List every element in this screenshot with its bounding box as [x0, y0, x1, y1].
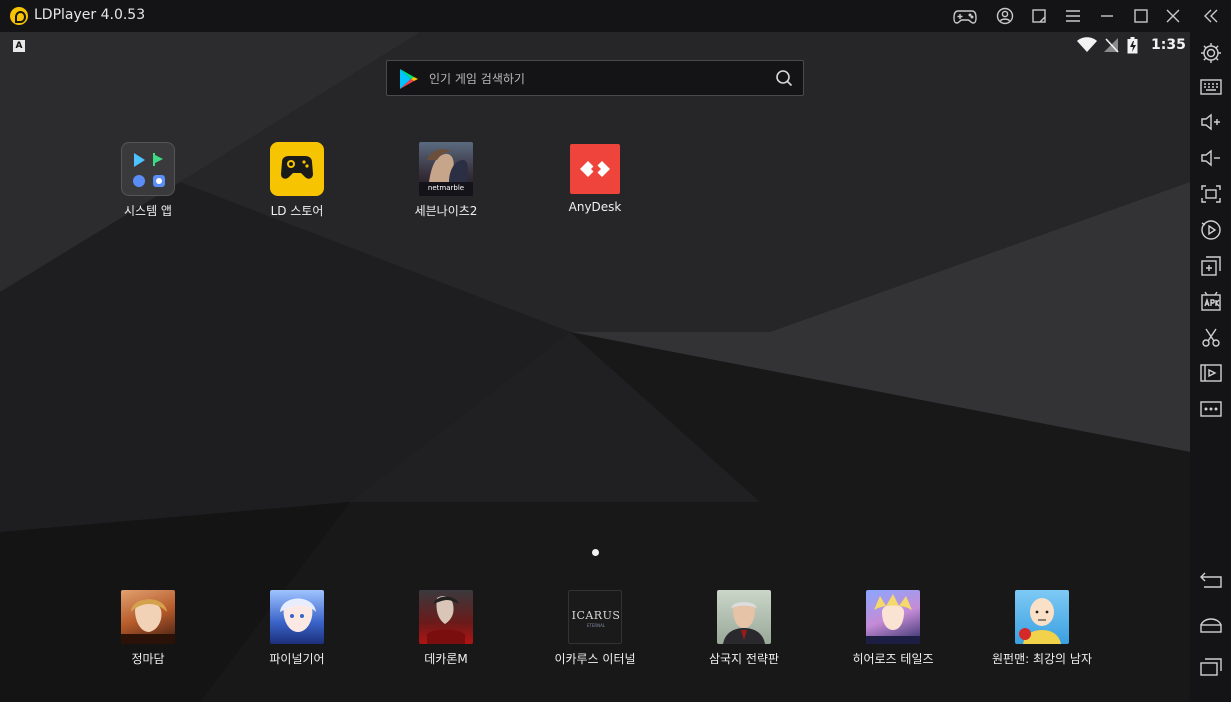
- emulator-screen[interactable]: A 1:35 인기 게임 검색하기 시스템 앱 LD 스토어 netmarble…: [0, 32, 1190, 702]
- app-label: AnyDesk: [568, 200, 622, 214]
- page-indicator: [592, 549, 599, 556]
- ldplayer-logo-icon: [10, 7, 28, 25]
- jeong-madam-icon: [121, 590, 175, 644]
- app-label: 정마담: [131, 652, 165, 666]
- video-icon[interactable]: [1200, 362, 1222, 384]
- search-placeholder: 인기 게임 검색하기: [429, 72, 525, 86]
- back-icon[interactable]: [1200, 569, 1222, 591]
- icarus-wordmark: ICARUS: [572, 609, 621, 622]
- one-punch-man-icon: [1015, 590, 1069, 644]
- search-icon[interactable]: [775, 69, 793, 87]
- system-apps-folder-icon: [121, 142, 175, 196]
- maximize-icon[interactable]: [1128, 4, 1154, 28]
- window-title: LDPlayer 4.0.53: [34, 7, 146, 23]
- app-label: 삼국지 전략판: [708, 652, 780, 666]
- volume-up-icon[interactable]: [1200, 111, 1222, 133]
- toolbar-sidebar: [1190, 32, 1231, 702]
- dock-app-final-gear[interactable]: 파이널기어: [237, 590, 357, 667]
- scissors-icon[interactable]: [1200, 327, 1222, 349]
- menu-icon[interactable]: [1060, 4, 1086, 28]
- keyboard-icon[interactable]: [1200, 76, 1222, 98]
- icarus-subtitle: ETERNAL: [587, 623, 606, 628]
- seven-knights-2-icon: netmarble: [419, 142, 473, 196]
- multi-instance-icon[interactable]: [1200, 255, 1222, 277]
- volume-down-icon[interactable]: [1200, 147, 1222, 169]
- dock-app-dekaron-m[interactable]: 데카론M: [386, 590, 506, 667]
- final-gear-icon: [270, 590, 324, 644]
- status-bar: A 1:35: [0, 32, 1190, 60]
- minimize-icon[interactable]: [1094, 4, 1120, 28]
- title-bar: LDPlayer 4.0.53: [0, 0, 1231, 32]
- ld-store-icon: [270, 142, 324, 196]
- app-label: 시스템 앱: [124, 204, 172, 218]
- app-system-apps[interactable]: 시스템 앱: [88, 142, 208, 219]
- app-label: 이카루스 이터널: [554, 652, 636, 666]
- account-icon[interactable]: [992, 4, 1018, 28]
- dock-app-icarus-eternal[interactable]: ICARUS ETERNAL 이카루스 이터널: [535, 590, 655, 667]
- app-label: 세븐나이츠2: [414, 204, 478, 218]
- collapse-sidebar-icon[interactable]: [1198, 4, 1224, 28]
- app-ld-store[interactable]: LD 스토어: [237, 142, 357, 219]
- wifi-icon: [1077, 37, 1097, 52]
- anydesk-icon: [570, 144, 620, 194]
- three-kingdoms-strategy-icon: [717, 590, 771, 644]
- recents-icon[interactable]: [1200, 656, 1222, 678]
- dock-app-one-punch-man[interactable]: 원펀맨: 최강의 남자: [982, 590, 1102, 667]
- expand-icon[interactable]: [1026, 4, 1052, 28]
- app-seven-knights-2[interactable]: netmarble 세븐나이츠2: [386, 142, 506, 219]
- clock: 1:35: [1151, 37, 1186, 53]
- icarus-eternal-icon: ICARUS ETERNAL: [568, 590, 622, 644]
- dock-app-three-kingdoms-strategy[interactable]: 삼국지 전략판: [684, 590, 804, 667]
- app-label: LD 스토어: [270, 204, 324, 218]
- app-label: 파이널기어: [269, 652, 325, 666]
- record-icon[interactable]: [1200, 219, 1222, 241]
- battery-charging-icon: [1127, 37, 1138, 54]
- netmarble-wordmark: netmarble: [428, 184, 464, 192]
- dock-app-heroes-tales[interactable]: 히어로즈 테일즈: [833, 590, 953, 667]
- dock-app-jeong-madam[interactable]: 정마담: [88, 590, 208, 667]
- settings-icon[interactable]: [1200, 42, 1222, 64]
- app-label: 히어로즈 테일즈: [852, 652, 934, 666]
- gamepad-icon[interactable]: [952, 4, 978, 28]
- app-label: 원펀맨: 최강의 남자: [992, 652, 1092, 666]
- search-bar[interactable]: 인기 게임 검색하기: [386, 60, 804, 96]
- home-icon[interactable]: [1200, 613, 1222, 635]
- heroes-tales-icon: [866, 590, 920, 644]
- notification-badge: A: [13, 40, 25, 52]
- google-play-icon: [400, 69, 418, 89]
- dekaron-m-icon: [419, 590, 473, 644]
- apk-icon[interactable]: [1200, 290, 1222, 312]
- no-signal-icon: [1104, 38, 1119, 53]
- fullscreen-icon[interactable]: [1200, 183, 1222, 205]
- app-anydesk[interactable]: AnyDesk: [535, 142, 655, 214]
- close-icon[interactable]: [1160, 4, 1186, 28]
- more-icon[interactable]: [1200, 398, 1222, 420]
- app-label: 데카론M: [424, 652, 468, 666]
